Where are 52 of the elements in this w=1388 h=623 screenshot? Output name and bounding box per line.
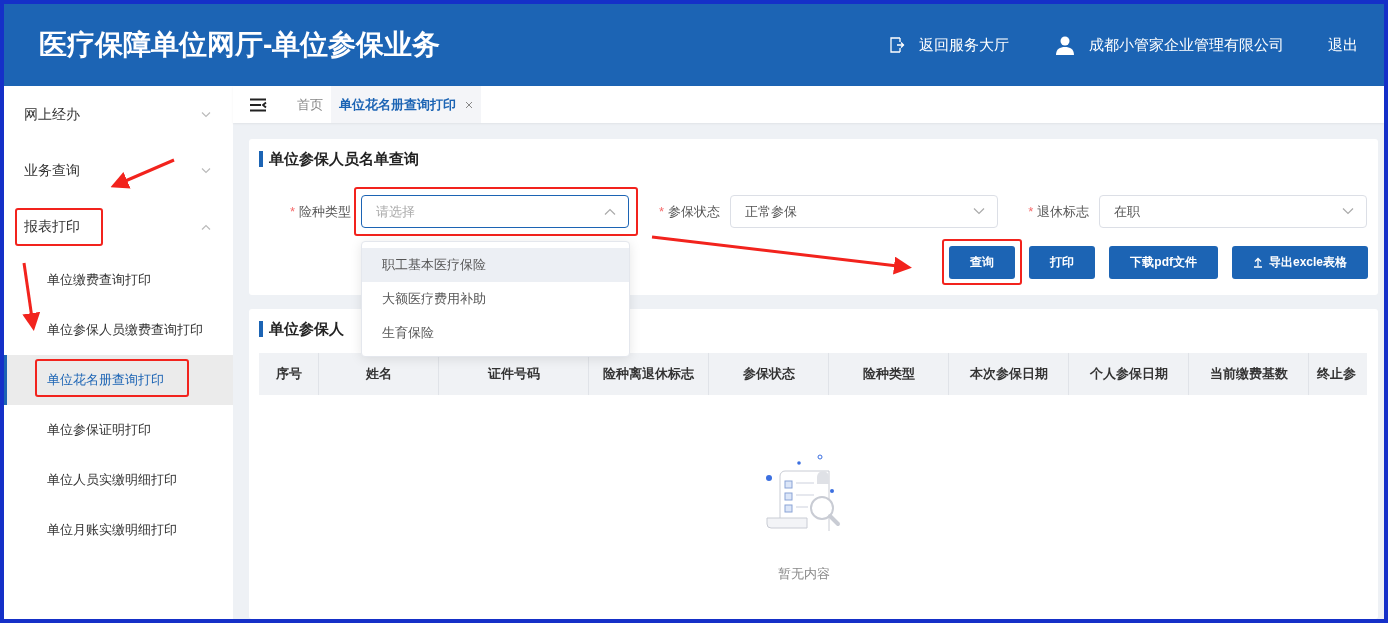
column-header: 终止参 xyxy=(1316,365,1357,383)
column-header: 证件号码 xyxy=(439,353,589,395)
menu-item[interactable]: 单位参保人员缴费查询打印 xyxy=(47,321,203,339)
column-header: 险种类型 xyxy=(829,353,949,395)
field-label: 参保状态 xyxy=(668,202,721,221)
required-mark: * xyxy=(290,204,296,219)
required-mark: * xyxy=(659,204,665,219)
menu-item[interactable]: 单位花名册查询打印 xyxy=(47,371,164,389)
chevron-icon xyxy=(973,208,986,215)
menu-item[interactable]: 单位月账实缴明细打印 xyxy=(47,521,177,539)
menu-item[interactable]: 单位参保证明打印 xyxy=(47,421,151,439)
empty-message: 暂无内容 xyxy=(777,565,830,583)
column-header: 当前缴费基数 xyxy=(1189,353,1309,395)
logout-link[interactable]: 退出 xyxy=(1328,35,1358,55)
action-button[interactable]: 导出excle表格 xyxy=(1231,246,1368,279)
column-header: 序号 xyxy=(259,353,319,395)
annotation-arrow xyxy=(110,158,175,189)
company-name: 成都小管家企业管理有限公司 xyxy=(1089,35,1284,55)
section-title: 单位参保人员名单查询 xyxy=(259,151,1368,167)
chevron-icon xyxy=(1342,208,1355,215)
dropdown-option[interactable]: 大额医疗费用补助 xyxy=(362,282,630,316)
field-label: 退休标志 xyxy=(1037,202,1090,221)
column-header: 个人参保日期 xyxy=(1069,353,1189,395)
required-mark: * xyxy=(1028,204,1034,219)
menu-icon[interactable] xyxy=(249,97,267,112)
close-icon[interactable] xyxy=(465,100,473,109)
dropdown-option[interactable]: 职工基本医疗保险 xyxy=(362,248,630,282)
upload-icon xyxy=(1252,257,1263,268)
app-title: 医疗保障单位网厅-单位参保业务 xyxy=(39,28,441,62)
user-icon xyxy=(1055,35,1075,55)
column-header: 本次参保日期 xyxy=(949,353,1069,395)
exit-door-icon xyxy=(889,36,905,54)
action-button[interactable]: 打印 xyxy=(1029,246,1096,279)
chevron-icon xyxy=(604,208,617,215)
tab[interactable]: 单位花名册查询打印 xyxy=(331,86,481,123)
column-header: 参保状态 xyxy=(709,353,829,395)
tab[interactable]: 首页 xyxy=(289,86,331,123)
menu-group[interactable]: 报表打印 xyxy=(24,218,80,236)
action-button[interactable]: 下载pdf文件 xyxy=(1109,246,1218,279)
column-header: 姓名 xyxy=(319,353,439,395)
menu-item[interactable]: 单位人员实缴明细打印 xyxy=(47,471,177,489)
dropdown-option[interactable]: 生育保险 xyxy=(362,316,630,350)
back-to-hall-link[interactable]: 返回服务大厅 xyxy=(919,35,1009,55)
annotation-arrow xyxy=(22,262,41,331)
select-field[interactable]: 在职 xyxy=(1099,195,1368,228)
menu-group[interactable]: 网上经办 xyxy=(24,106,80,124)
field-label: 险种类型 xyxy=(299,202,352,221)
menu-item[interactable]: 单位缴费查询打印 xyxy=(47,271,151,289)
select-field[interactable]: 正常参保 xyxy=(730,195,999,228)
action-button[interactable]: 查询 xyxy=(949,246,1016,279)
column-header: 险种离退休标志 xyxy=(589,353,709,395)
menu-group[interactable]: 业务查询 xyxy=(24,162,80,180)
